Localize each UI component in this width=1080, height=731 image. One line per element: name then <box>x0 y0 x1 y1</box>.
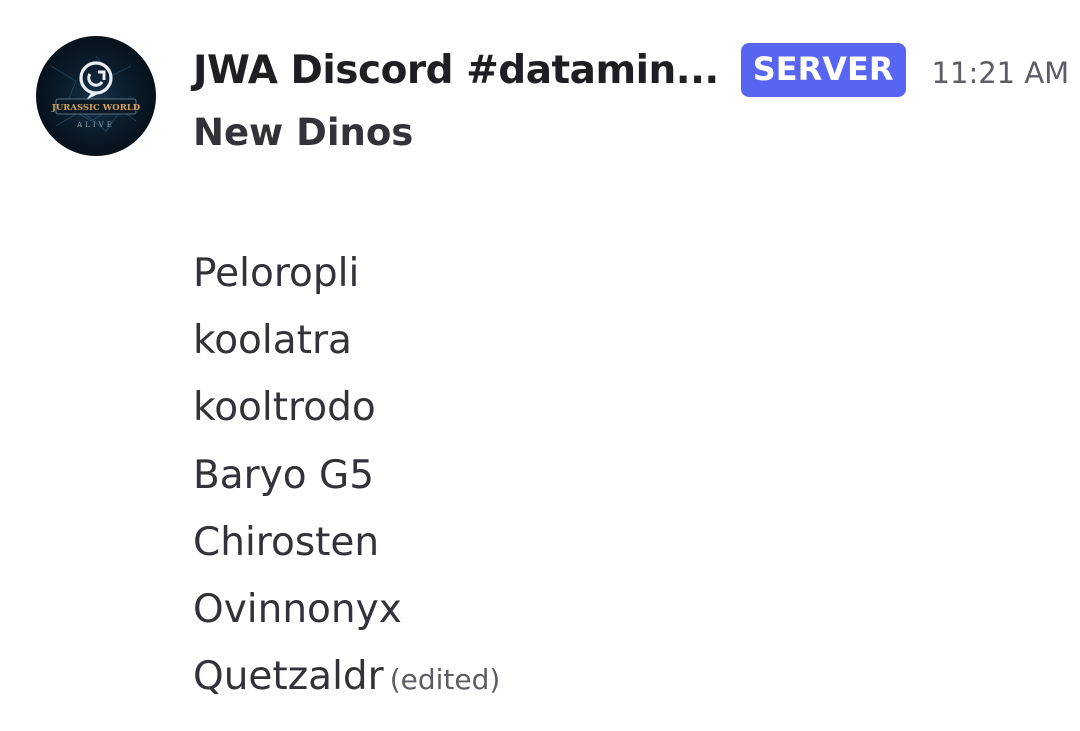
message-body: Peloropli koolatra kooltrodo Baryo G5 Ch… <box>193 240 500 713</box>
message-line: Chirosten <box>193 519 380 565</box>
server-badge[interactable]: SERVER <box>740 43 906 97</box>
chat-message: JURASSIC WORLD ALIVE JWA Discord #datami… <box>0 0 1080 731</box>
svg-text:JURASSIC WORLD: JURASSIC WORLD <box>51 103 141 113</box>
message-line: kooltrodo <box>193 385 376 431</box>
edited-label: (edited) <box>389 663 501 697</box>
svg-text:ALIVE: ALIVE <box>76 121 115 129</box>
message-subject: New Dinos <box>193 111 414 154</box>
author-name[interactable]: JWA Discord #datamin... <box>193 48 719 93</box>
message-line: Peloropli <box>193 251 360 296</box>
message-line: Baryo G5 <box>193 452 375 498</box>
jurassic-world-alive-logo-icon: JURASSIC WORLD ALIVE <box>36 36 156 156</box>
avatar[interactable]: JURASSIC WORLD ALIVE <box>36 36 156 156</box>
message-line-last: Quetzaldr (edited) <box>193 643 500 713</box>
message-line: Ovinnonyx <box>193 587 402 633</box>
message-line-text: Quetzaldr <box>193 654 384 700</box>
message-header: JWA Discord #datamin... SERVER 11:21 AM <box>193 38 1069 102</box>
message-line: koolatra <box>193 318 352 364</box>
message-timestamp[interactable]: 11:21 AM <box>932 50 1070 90</box>
